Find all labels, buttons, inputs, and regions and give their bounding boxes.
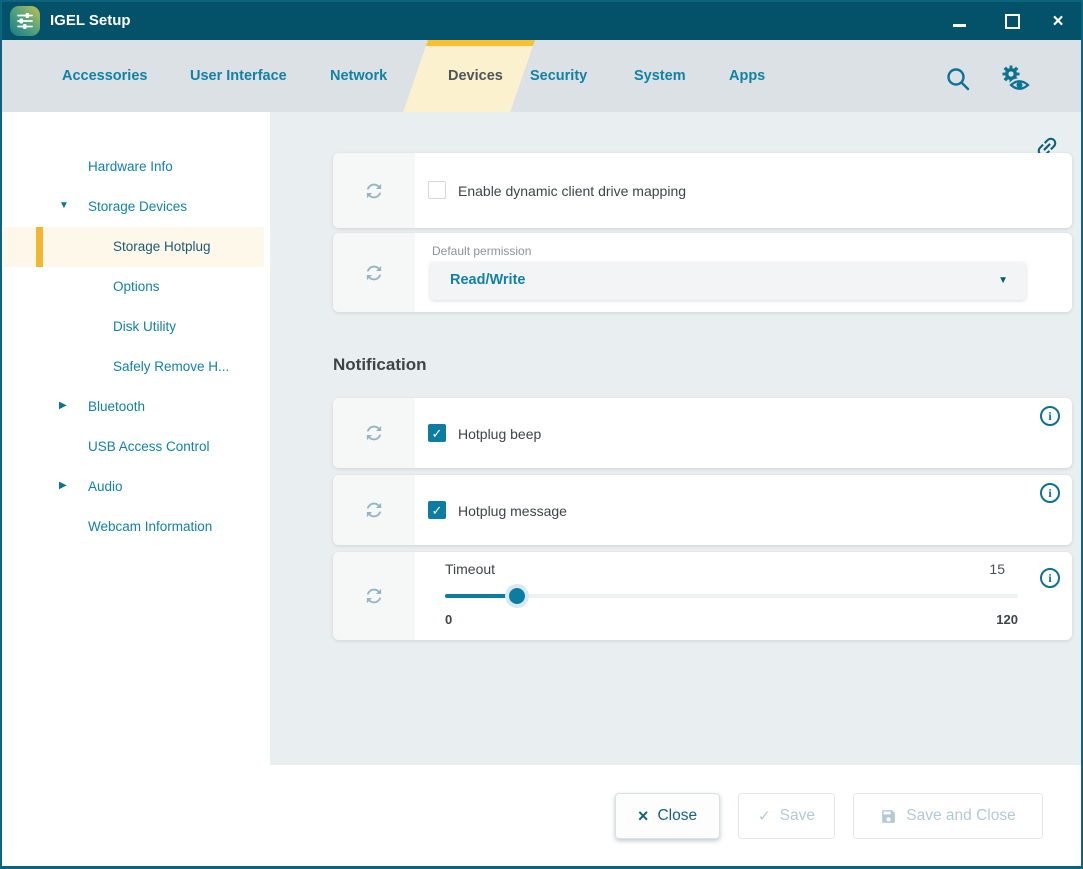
save-button-label: Save [780,807,815,825]
title-bar: IGEL Setup × [2,2,1081,40]
window-title: IGEL Setup [50,2,131,40]
maximize-icon [1005,14,1020,29]
row-hotplug-message: ✓ Hotplug message i [333,475,1072,545]
caret-right-icon[interactable]: ▶ [59,480,75,491]
hotplug-beep-checkbox[interactable]: ✓ [428,424,446,442]
settings-tree-sidebar: Hardware Info ▼ Storage Devices Storage … [2,112,270,765]
sidebar-item-disk-utility[interactable]: Disk Utility [2,307,270,347]
timeout-value: 15 [989,561,1005,577]
maximize-button[interactable] [999,2,1025,40]
tab-system[interactable]: System [634,68,686,84]
minimize-icon [953,24,966,27]
info-icon[interactable]: i [1040,483,1060,503]
timeout-label: Timeout [445,561,495,577]
close-x-icon: × [638,806,649,827]
reset-band [333,153,415,228]
tab-apps[interactable]: Apps [729,68,765,84]
reset-band [333,233,415,312]
reset-band [333,552,415,640]
row-default-permission: Default permission Read/Write ▼ [333,233,1072,312]
tab-security[interactable]: Security [530,68,587,84]
search-icon[interactable] [943,64,973,99]
sidebar-item-safely-remove[interactable]: Safely Remove H... [2,347,270,387]
close-button-label: Close [657,807,697,825]
sidebar-item-storage-hotplug[interactable]: Storage Hotplug [2,227,270,267]
tab-user-interface[interactable]: User Interface [190,68,287,84]
slider-thumb[interactable] [509,588,525,604]
close-button[interactable]: × Close [615,793,720,839]
tab-devices[interactable]: Devices [448,68,503,84]
default-permission-select[interactable]: Read/Write ▼ [430,262,1026,300]
hotplug-message-checkbox[interactable]: ✓ [428,501,446,519]
reset-to-default-icon[interactable] [358,417,389,448]
save-button: ✓ Save [738,793,835,839]
dynamic-mapping-label: Enable dynamic client drive mapping [458,183,686,199]
caret-right-icon[interactable]: ▶ [59,400,75,411]
check-icon: ✓ [432,504,443,517]
sidebar-item-webcam-information[interactable]: Webcam Information [2,507,270,547]
selected-item-bar [36,227,43,267]
app-logo-icon [10,6,40,36]
minimize-button[interactable] [946,2,972,40]
hotplug-message-label: Hotplug message [458,503,567,519]
timeout-max: 120 [996,612,1018,627]
sidebar-item-usb-access-control[interactable]: USB Access Control [2,427,270,467]
reset-band [333,398,415,468]
sidebar-item-hardware-info[interactable]: Hardware Info [2,147,270,187]
timeout-slider[interactable] [445,588,1018,604]
timeout-min: 0 [445,612,452,627]
reset-to-default-icon[interactable] [358,494,389,525]
sidebar-item-audio[interactable]: ▶ Audio [2,467,270,507]
caret-down-icon[interactable]: ▼ [59,200,75,211]
info-icon[interactable]: i [1040,568,1060,588]
check-icon: ✓ [432,427,443,440]
floppy-icon [880,808,897,825]
timeout-slider-fill [445,594,517,598]
tab-network[interactable]: Network [330,68,387,84]
reset-to-default-icon[interactable] [358,175,389,206]
save-and-close-button: Save and Close [853,793,1043,839]
hotplug-beep-label: Hotplug beep [458,426,541,442]
reset-band [333,475,415,545]
window-close-button[interactable]: × [1045,2,1071,40]
slider-track[interactable] [445,594,1018,598]
tab-bar: Accessories User Interface Network Devic… [2,40,1081,112]
row-hotplug-beep: ✓ Hotplug beep i [333,398,1072,468]
main-region: Hardware Info ▼ Storage Devices Storage … [2,112,1081,866]
dynamic-mapping-checkbox[interactable]: ✓ [428,181,446,199]
sidebar-item-storage-devices[interactable]: ▼ Storage Devices [2,187,270,227]
row-timeout: Timeout 15 0 120 i [333,552,1072,640]
check-icon: ✓ [758,807,771,825]
info-icon[interactable]: i [1040,406,1060,426]
settings-visibility-icon[interactable] [996,61,1034,102]
sidebar-item-bluetooth[interactable]: ▶ Bluetooth [2,387,270,427]
sidebar-item-options[interactable]: Options [2,267,270,307]
reset-to-default-icon[interactable] [358,257,389,288]
igel-setup-window: IGEL Setup × Accessories User Interface … [0,0,1083,869]
row-dynamic-mapping: ✓ Enable dynamic client drive mapping [333,153,1072,228]
close-icon: × [1052,12,1063,31]
save-and-close-button-label: Save and Close [906,807,1015,825]
section-title: Notification [333,355,427,375]
default-permission-label: Default permission [432,244,531,258]
chevron-down-icon: ▼ [998,275,1008,286]
reset-to-default-icon[interactable] [358,580,389,611]
tab-accessories[interactable]: Accessories [62,68,147,84]
settings-panel: ✓ Enable dynamic client drive mapping De… [270,112,1081,765]
selected-value: Read/Write [450,272,525,288]
